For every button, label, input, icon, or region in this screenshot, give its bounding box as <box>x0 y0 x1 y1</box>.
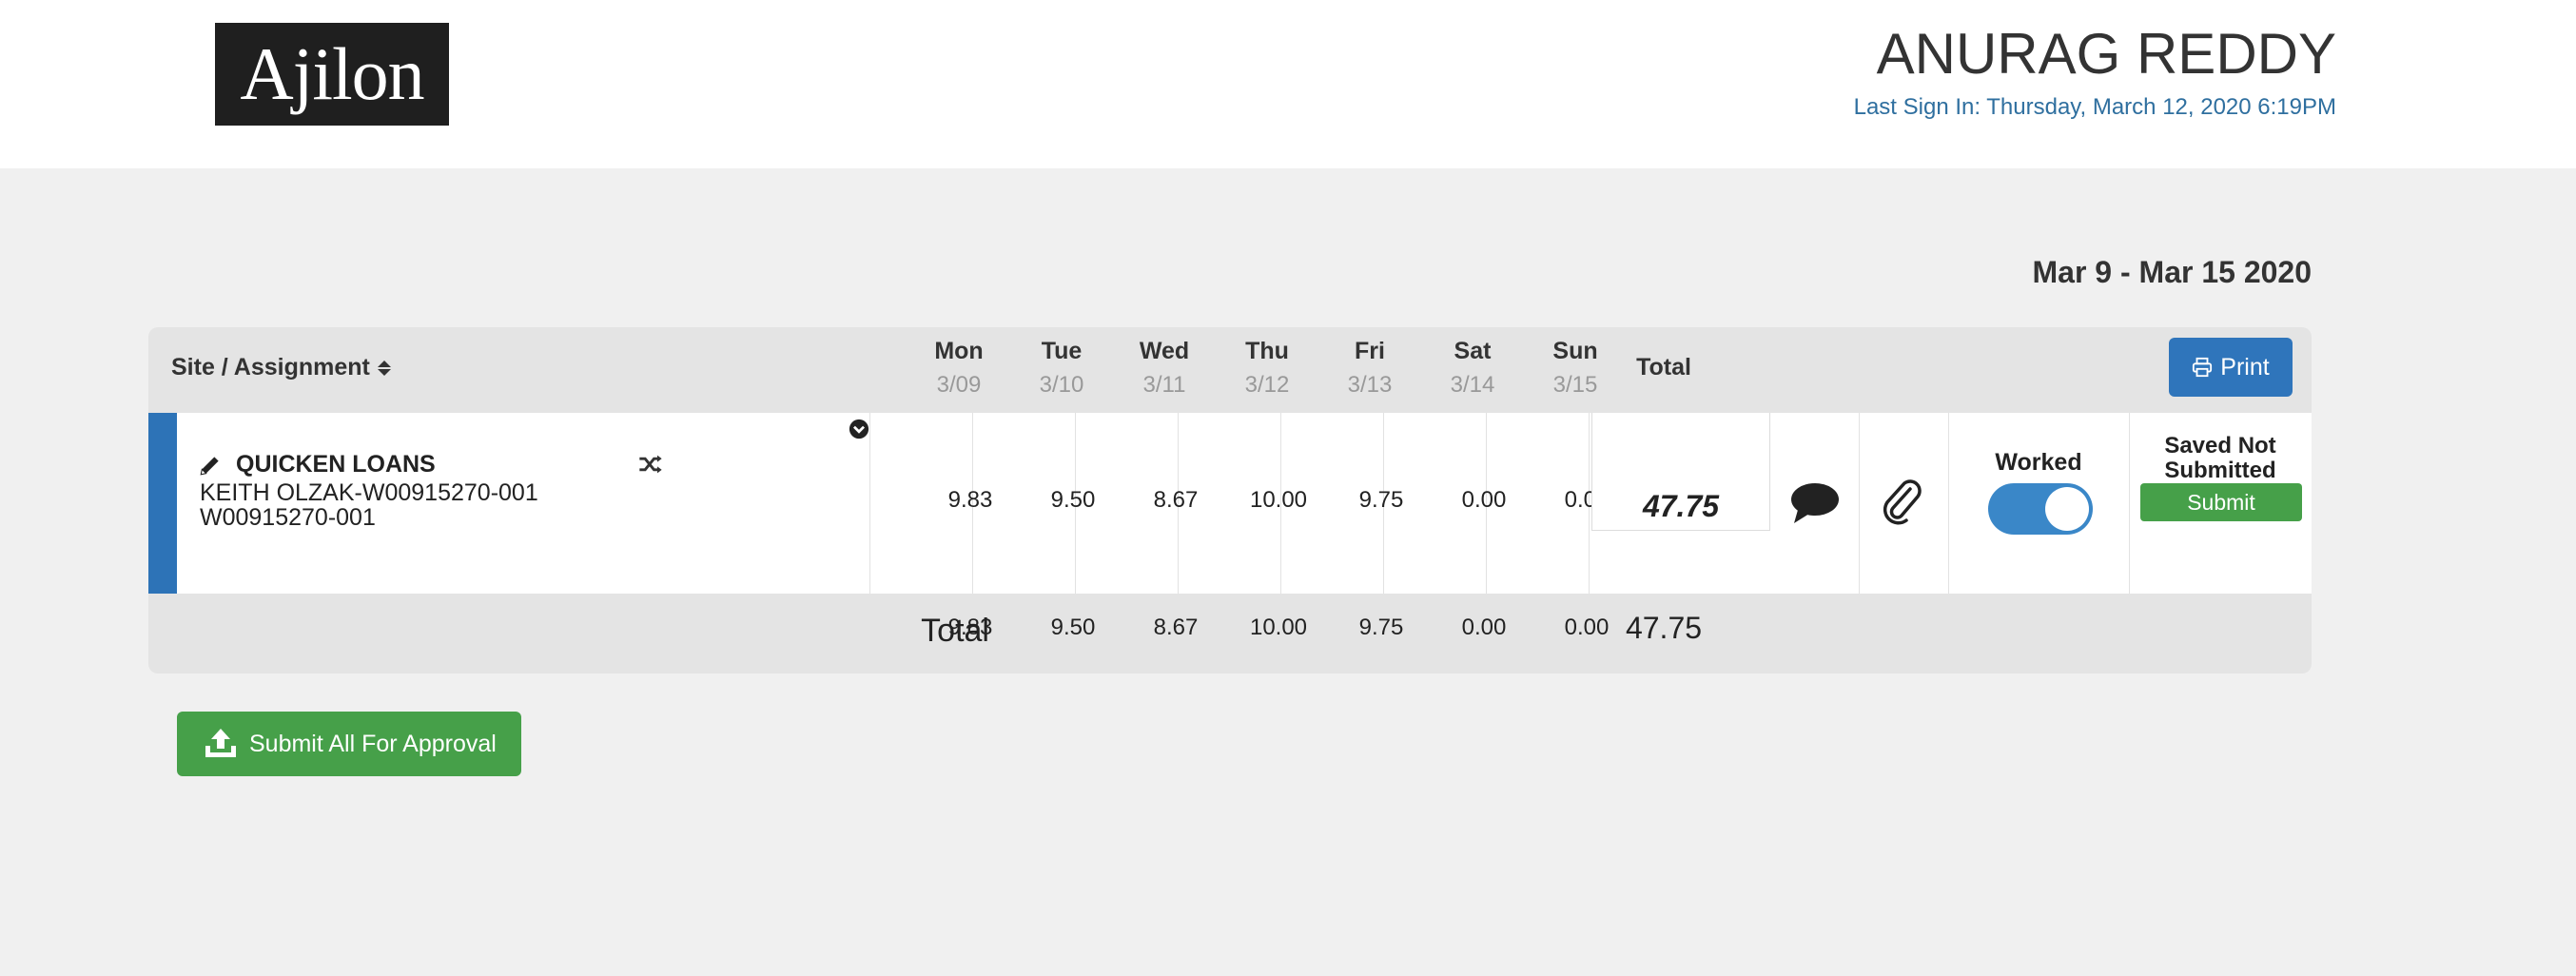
day-header-tue: Tue 3/10 <box>1010 335 1113 403</box>
total-thu: 10.00 <box>1249 615 1308 640</box>
grand-total: 47.75 <box>1625 611 1703 645</box>
assignment-id: W00915270-001 <box>200 504 376 531</box>
week-range: Mar 9 - Mar 15 2020 <box>2032 255 2313 289</box>
print-button[interactable]: Print <box>2169 338 2293 397</box>
day-date: 3/10 <box>1039 372 1084 398</box>
user-name: ANURAG REDDY <box>1876 22 2336 86</box>
chevron-down-icon[interactable] <box>849 419 869 439</box>
total-sat: 0.00 <box>1461 615 1507 640</box>
submit-all-button[interactable]: Submit All For Approval <box>177 712 521 776</box>
client-name: QUICKEN LOANS <box>236 451 436 478</box>
status-text: Saved Not Submitted <box>2164 433 2276 483</box>
total-fri: 9.75 <box>1358 615 1404 640</box>
toggle-knob <box>2045 487 2089 531</box>
hours-tue[interactable]: 9.50 <box>1022 487 1124 514</box>
table-row: QUICKEN LOANS KEITH OLZAK-W00915270-001 … <box>148 413 2312 594</box>
day-name: Thu <box>1245 338 1289 364</box>
upload-icon <box>205 729 236 757</box>
timesheet-table: Site / Assignment Mon 3/09 Tue 3/10 Wed … <box>148 327 2312 673</box>
total-wed: 8.67 <box>1153 615 1199 640</box>
hours-mon[interactable]: 9.83 <box>919 487 1022 514</box>
pencil-icon[interactable] <box>198 453 223 478</box>
ajilon-logo[interactable]: Ajilon <box>215 23 449 126</box>
total-tue: 9.50 <box>1050 615 1096 640</box>
assignment-title: QUICKEN LOANS <box>198 451 436 478</box>
day-header-sat: Sat 3/14 <box>1421 335 1524 403</box>
comment-icon[interactable] <box>1788 481 1842 525</box>
row-total: 47.75 <box>1642 489 1720 523</box>
assignment-worker: KEITH OLZAK-W00915270-001 <box>200 479 538 506</box>
table-header: Site / Assignment Mon 3/09 Tue 3/10 Wed … <box>148 327 2312 413</box>
day-header-thu: Thu 3/12 <box>1216 335 1318 403</box>
hours-sat[interactable]: 0.00 <box>1433 487 1535 514</box>
hours-thu[interactable]: 10.00 <box>1227 487 1330 514</box>
day-date: 3/13 <box>1347 372 1393 398</box>
day-date: 3/12 <box>1244 372 1290 398</box>
day-header-mon: Mon 3/09 <box>907 335 1010 403</box>
day-name: Wed <box>1139 338 1190 364</box>
day-name: Sat <box>1454 338 1492 364</box>
day-date: 3/14 <box>1450 372 1495 398</box>
day-date: 3/09 <box>936 372 982 398</box>
shuffle-icon[interactable] <box>637 451 664 478</box>
hours-wed[interactable]: 8.67 <box>1124 487 1227 514</box>
site-assignment-label: Site / Assignment <box>171 354 370 381</box>
submit-all-label: Submit All For Approval <box>249 730 497 757</box>
worked-label: Worked <box>1995 449 2082 476</box>
totals-row: Total 9.83 9.50 8.67 10.00 9.75 0.00 0.0… <box>148 594 2312 673</box>
day-header-wed: Wed 3/11 <box>1113 335 1216 403</box>
submit-button[interactable]: Submit <box>2140 483 2302 521</box>
worked-toggle[interactable] <box>1988 483 2093 535</box>
day-name: Tue <box>1041 338 1083 364</box>
total-header: Total <box>1636 354 1691 381</box>
day-name: Mon <box>934 338 984 364</box>
top-header: Ajilon ANURAG REDDY Last Sign In: Thursd… <box>0 0 2576 168</box>
paperclip-icon[interactable] <box>1882 476 1923 525</box>
print-label: Print <box>2220 353 2270 381</box>
column-divider <box>869 413 870 594</box>
sort-icon <box>377 360 391 376</box>
total-mon: 9.83 <box>947 615 993 640</box>
column-divider <box>1859 413 1860 594</box>
hours-fri[interactable]: 9.75 <box>1330 487 1433 514</box>
day-date: 3/11 <box>1142 372 1186 398</box>
printer-icon <box>2193 357 2213 378</box>
row-accent-bar <box>148 413 177 594</box>
column-divider <box>1948 413 1949 594</box>
site-assignment-sort-header[interactable]: Site / Assignment <box>171 354 391 381</box>
last-sign-in: Last Sign In: Thursday, March 12, 2020 6… <box>1853 94 2336 120</box>
day-name: Fri <box>1355 338 1385 364</box>
day-header-fri: Fri 3/13 <box>1318 335 1421 403</box>
